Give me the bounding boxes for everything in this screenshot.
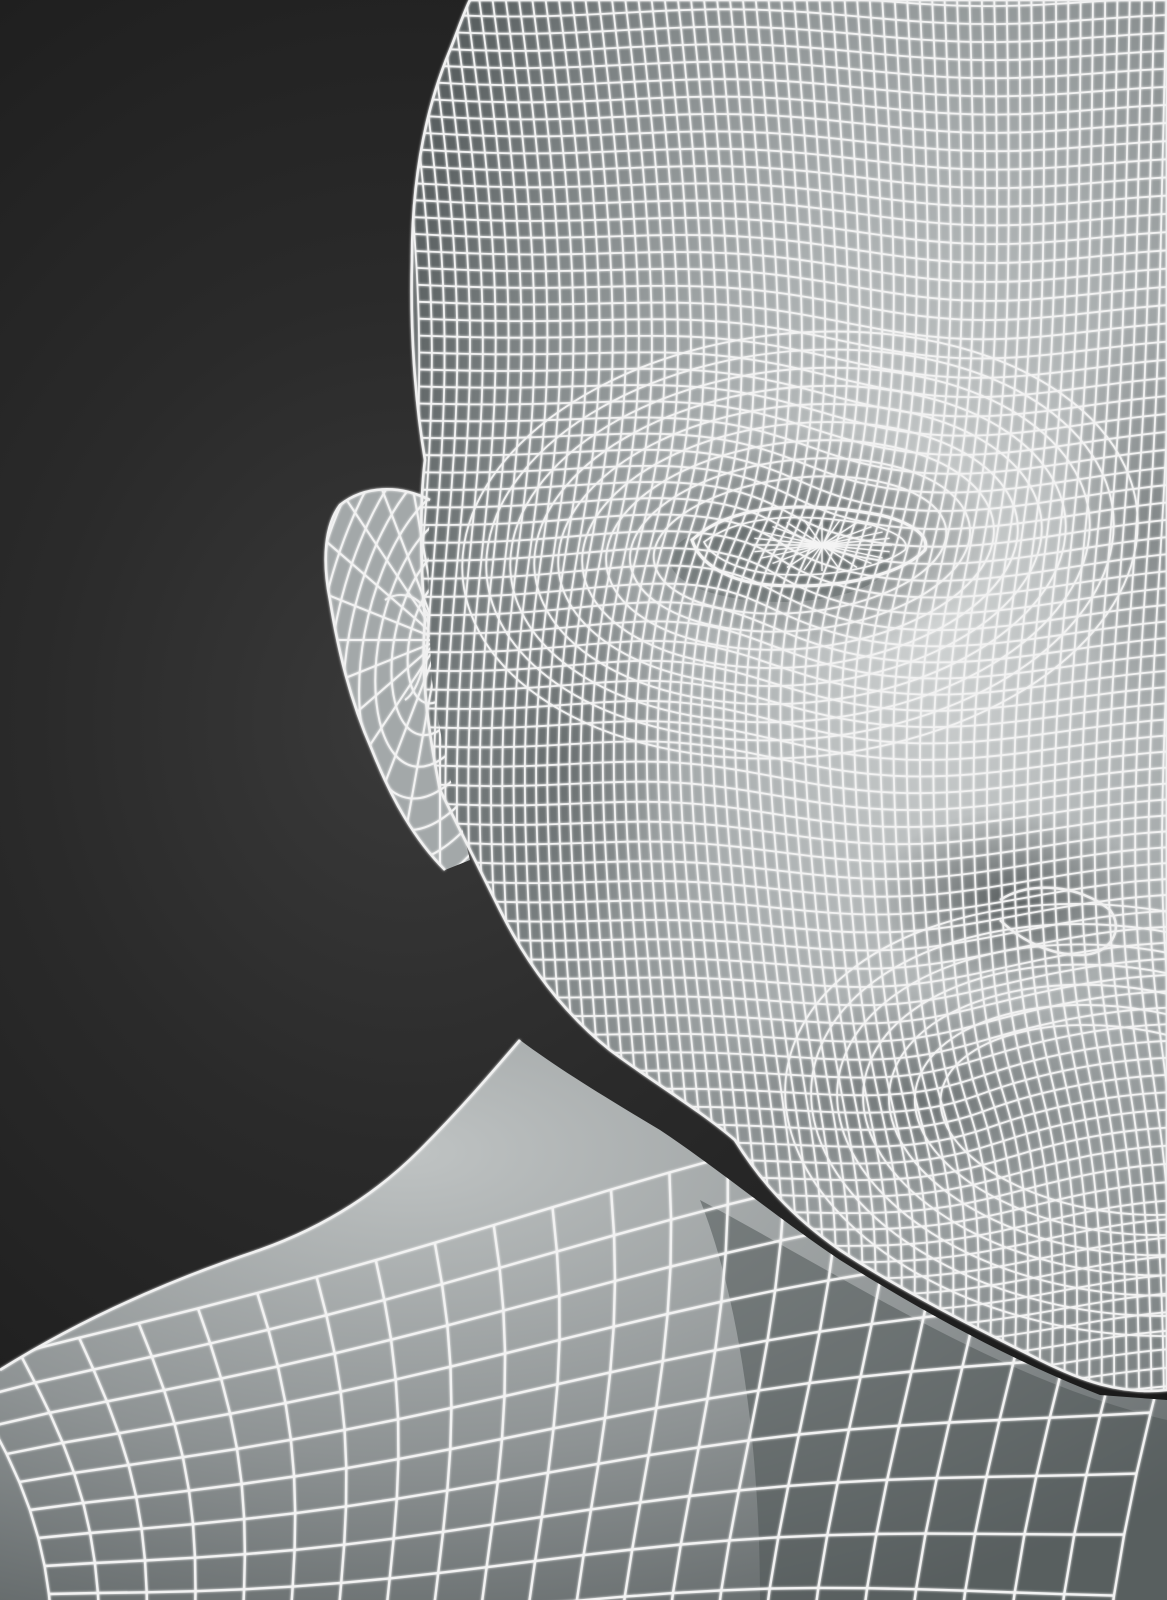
render-viewport <box>0 0 1167 1600</box>
eye-spokes <box>752 519 892 571</box>
wireframe-render <box>0 0 1167 1600</box>
